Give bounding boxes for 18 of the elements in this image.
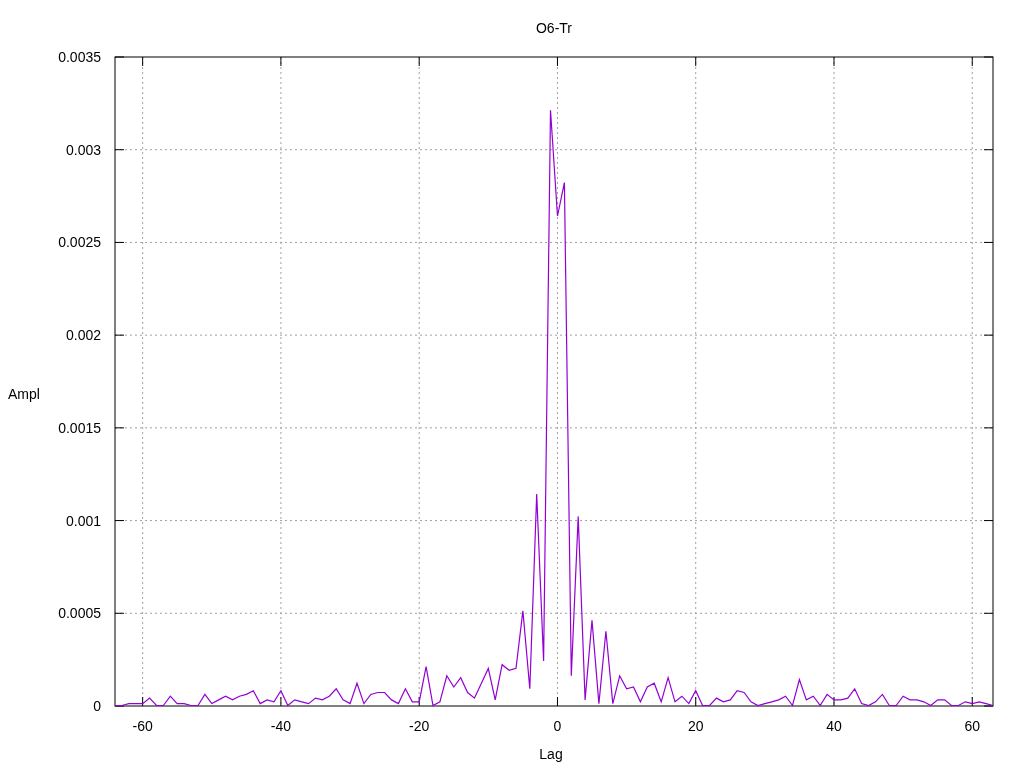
tick-label: 0.0025 <box>58 234 101 251</box>
tick-label: -40 <box>270 718 292 734</box>
tick-label: -60 <box>132 718 153 734</box>
tick-label: 0.001 <box>65 512 101 529</box>
tick-label: 0 <box>93 698 101 714</box>
tick-label: 0.0015 <box>58 419 101 436</box>
tick-label: 20 <box>687 718 704 734</box>
tick-label: 0 <box>553 718 562 734</box>
tick-label: 0.002 <box>65 327 101 344</box>
tick-label: 0.0005 <box>58 605 101 622</box>
tick-label: 60 <box>964 718 981 734</box>
axis-title: Lag <box>539 746 563 762</box>
axis-title: Ampl <box>8 386 40 402</box>
chart-title: O6-Tr <box>536 20 572 36</box>
tick-label: 0.003 <box>65 141 101 158</box>
tick-label: 0.0035 <box>58 49 101 65</box>
tick-label: -20 <box>409 718 430 734</box>
tick-label: 40 <box>826 718 842 734</box>
